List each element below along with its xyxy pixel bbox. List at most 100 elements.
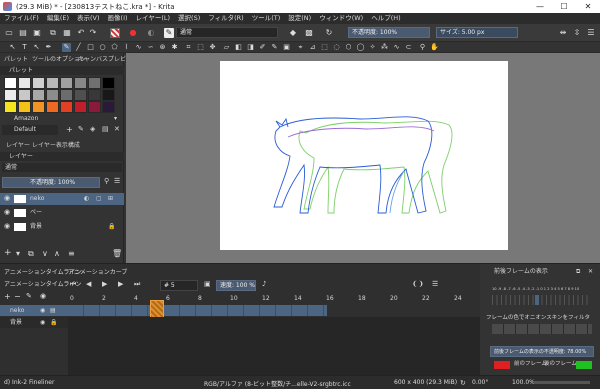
pan-tool-icon[interactable]: ✋: [430, 43, 439, 52]
mirror-vertical-icon[interactable]: ⇳: [572, 28, 582, 38]
contiguous-select-icon[interactable]: ✧: [368, 43, 377, 52]
text-tool-icon[interactable]: T: [20, 43, 29, 52]
palette-swatch[interactable]: [46, 101, 59, 113]
minimize-button[interactable]: —: [528, 0, 552, 13]
close-docker-icon[interactable]: ✕: [588, 267, 593, 276]
line-tool-icon[interactable]: ╱: [74, 43, 83, 52]
close-button[interactable]: ✕: [576, 0, 600, 13]
preserve-alpha-icon[interactable]: ▩: [304, 28, 314, 38]
open-folder-icon[interactable]: ▤: [18, 28, 28, 38]
menu-filter[interactable]: フィルタ(R): [204, 13, 247, 24]
polygon-tool-icon[interactable]: ⬠: [110, 43, 119, 52]
onion-skin-icon[interactable]: ❨❩: [412, 280, 424, 289]
brush-editor-icon[interactable]: ✎: [164, 28, 174, 38]
palette-swatch[interactable]: [74, 89, 87, 101]
rect-select-icon[interactable]: ⬚: [320, 43, 329, 52]
polygon-select-icon[interactable]: ⬡: [344, 43, 353, 52]
remove-keyframe-icon[interactable]: −: [14, 292, 21, 301]
transform-tool-icon[interactable]: ⬚: [196, 43, 205, 52]
add-keyframe-icon[interactable]: +: [4, 292, 11, 301]
layer-alpha-icon[interactable]: ◐: [84, 194, 89, 203]
frame-rate-icon[interactable]: ▣: [204, 280, 211, 289]
speed-slider[interactable]: 速度: 100 %: [216, 280, 256, 291]
menu-tools[interactable]: ツール(T): [248, 13, 285, 24]
lock-icon[interactable]: 🔒: [108, 222, 115, 231]
similar-select-icon[interactable]: ⁂: [380, 43, 389, 52]
multibrush-icon[interactable]: ✱: [170, 43, 179, 52]
ellipse-tool-icon[interactable]: ○: [98, 43, 107, 52]
blend-mode-select[interactable]: 通常: [176, 27, 278, 38]
layer-row[interactable]: ◉ 背景 🔒: [0, 221, 124, 233]
track-row-neko[interactable]: neko ◉ ▤: [0, 305, 68, 316]
dynamic-brush-icon[interactable]: ⊛: [158, 43, 167, 52]
delete-layer-icon[interactable]: 🗑: [112, 249, 122, 258]
palette-swatch[interactable]: [74, 101, 87, 113]
layer-row[interactable]: ◉ ペー: [0, 207, 124, 219]
menu-settings[interactable]: 設定(N): [284, 13, 315, 24]
menu-window[interactable]: ウィンドウ(W): [315, 13, 367, 24]
timeline-settings-icon[interactable]: ☰: [432, 280, 438, 289]
onion-opacity-bars[interactable]: [492, 295, 588, 305]
polyline-tool-icon[interactable]: ⌇: [122, 43, 131, 52]
bezier-select-icon[interactable]: ∿: [392, 43, 401, 52]
palette-swatch[interactable]: [46, 77, 59, 89]
zoom-tool-icon[interactable]: ⚲: [418, 43, 427, 52]
paste-icon[interactable]: ▦: [62, 28, 72, 38]
move-tool-icon[interactable]: ✥: [208, 43, 217, 52]
palette-swatch[interactable]: [60, 101, 73, 113]
tab-layers[interactable]: レイヤー: [6, 141, 30, 151]
palette-swatch[interactable]: [4, 101, 17, 113]
palette-swatch[interactable]: [60, 77, 73, 89]
menu-layer[interactable]: レイヤー(L): [132, 13, 175, 24]
reference-images-icon[interactable]: ▣: [282, 43, 291, 52]
color-picker-icon[interactable]: ✐: [258, 43, 267, 52]
colorize-mask-icon[interactable]: ✎: [270, 43, 279, 52]
tab-palette[interactable]: パレット: [4, 55, 28, 65]
ellipse-select-icon[interactable]: ◌: [332, 43, 341, 52]
brush-preset-icon[interactable]: ◐: [146, 28, 156, 38]
eye-toggle-icon[interactable]: ◉: [40, 292, 46, 301]
menu-help[interactable]: ヘルプ(H): [367, 13, 404, 24]
track-row-background[interactable]: 背景 ◉ 🔒: [0, 317, 68, 328]
onion-active-bar[interactable]: [535, 295, 539, 305]
first-frame-icon[interactable]: ⏮: [70, 280, 76, 289]
select-shapes-icon[interactable]: ↖: [8, 43, 17, 52]
palette-swatch[interactable]: [4, 89, 17, 101]
palette-swatch[interactable]: [102, 89, 115, 101]
menu-edit[interactable]: 編集(E): [43, 13, 73, 24]
move-down-icon[interactable]: ∧: [54, 249, 60, 258]
last-frame-icon[interactable]: ⏭: [134, 280, 140, 289]
edit-shapes-icon[interactable]: ↖: [32, 43, 41, 52]
float-icon[interactable]: ⧉: [576, 267, 580, 276]
move-up-icon[interactable]: ∨: [42, 249, 48, 258]
menu-view[interactable]: 表示(V): [73, 13, 104, 24]
palette-swatch[interactable]: [32, 77, 45, 89]
palette-swatch[interactable]: [102, 101, 115, 113]
smart-patch-icon[interactable]: ▱: [222, 43, 231, 52]
palette-swatch[interactable]: [18, 101, 31, 113]
tab-animation-curves[interactable]: アニメーションカーブ: [68, 268, 127, 277]
rectangle-tool-icon[interactable]: □: [86, 43, 95, 52]
layer-onion-icon[interactable]: ▢: [96, 194, 102, 203]
filter-by-color-label[interactable]: フレームの色でオニオンスキンをフィルタ: [486, 314, 590, 323]
layer-row[interactable]: ◉ neko ◐ ▢ ⊞: [0, 193, 124, 205]
palette-swatch[interactable]: [18, 77, 31, 89]
palette-swatch[interactable]: [32, 101, 45, 113]
layer-opacity-slider[interactable]: 不透明度: 100%: [2, 177, 100, 188]
bezier-tool-icon[interactable]: ∿: [134, 43, 143, 52]
calligraphy-icon[interactable]: ✒: [44, 43, 53, 52]
palette-set-field[interactable]: Default: [2, 125, 58, 135]
layer-options-icon[interactable]: ☰: [114, 177, 120, 186]
opacity-slider[interactable]: 不透明度: 100%: [348, 27, 430, 38]
visibility-eye-icon[interactable]: ◉: [4, 194, 10, 203]
layer-lock-icon[interactable]: ⊞: [108, 194, 113, 203]
delete-color-icon[interactable]: ✕: [114, 125, 120, 134]
edit-color-icon[interactable]: ✎: [78, 125, 84, 134]
mirror-horizontal-icon[interactable]: ⇹: [558, 28, 568, 38]
crop-tool-icon[interactable]: ⌗: [184, 43, 193, 52]
measure-tool-icon[interactable]: ⊿: [308, 43, 317, 52]
menu-image[interactable]: 画像(I): [104, 13, 132, 24]
pin-icon[interactable]: ✎: [26, 292, 32, 301]
undo-icon[interactable]: ↶: [76, 28, 86, 38]
next-frame-icon[interactable]: ▶: [118, 280, 123, 289]
